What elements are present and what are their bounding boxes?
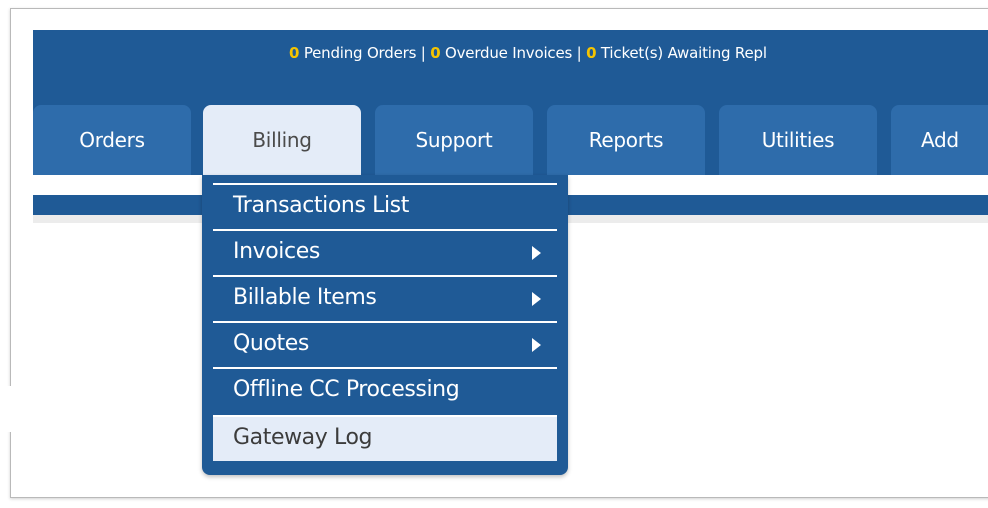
- tab-orders[interactable]: Orders: [33, 105, 191, 175]
- tab-utilities[interactable]: Utilities: [719, 105, 877, 175]
- menu-item-gateway-log[interactable]: Gateway Log: [213, 415, 557, 461]
- menu-item-billable-items[interactable]: Billable Items: [213, 275, 557, 321]
- menu-item-transactions-list[interactable]: Transactions List: [213, 183, 557, 229]
- tab-support[interactable]: Support: [375, 105, 533, 175]
- tab-reports[interactable]: Reports: [547, 105, 705, 175]
- admin-header: 0 Pending Orders | 0 Overdue Invoices | …: [33, 30, 988, 175]
- stats-separator: |: [416, 44, 431, 62]
- menu-item-quotes[interactable]: Quotes: [213, 321, 557, 367]
- billing-dropdown-menu: Transactions List Invoices Billable Item…: [202, 175, 568, 475]
- tickets-awaiting-link[interactable]: 0 Ticket(s) Awaiting Repl: [586, 44, 767, 62]
- status-summary: 0 Pending Orders | 0 Overdue Invoices | …: [289, 44, 767, 62]
- submenu-arrow-icon: [532, 338, 541, 352]
- tab-addons[interactable]: Add: [891, 105, 988, 175]
- stats-separator: |: [572, 44, 587, 62]
- submenu-arrow-icon: [532, 246, 541, 260]
- menu-item-offline-cc-processing[interactable]: Offline CC Processing: [213, 367, 557, 413]
- tab-billing[interactable]: Billing: [203, 105, 361, 175]
- overdue-invoices-link[interactable]: 0 Overdue Invoices: [430, 44, 572, 62]
- pending-orders-link[interactable]: 0 Pending Orders: [289, 44, 416, 62]
- frame-gap: [0, 386, 28, 432]
- menu-item-invoices[interactable]: Invoices: [213, 229, 557, 275]
- submenu-arrow-icon: [532, 292, 541, 306]
